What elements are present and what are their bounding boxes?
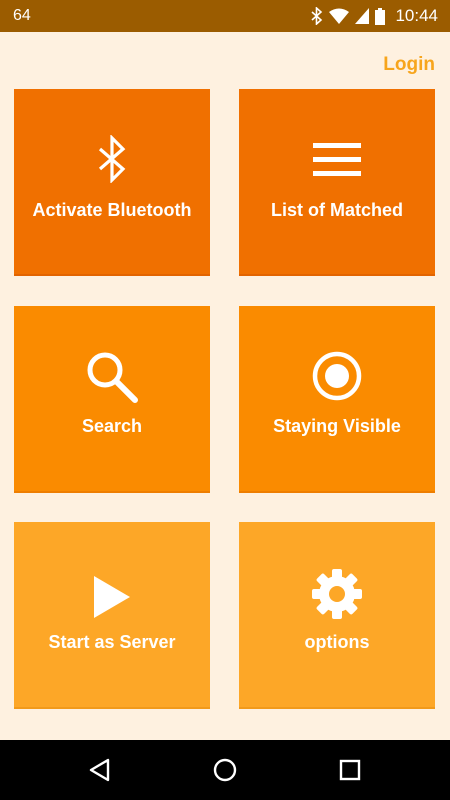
recent-apps-icon: [339, 759, 361, 781]
tile-label: Start as Server: [48, 632, 176, 652]
login-link[interactable]: Login: [383, 54, 435, 76]
back-button[interactable]: [87, 757, 113, 783]
cell-signal-icon: [355, 8, 370, 24]
start-as-server-tile[interactable]: Start as Server: [14, 522, 210, 709]
clock: 10:44: [395, 6, 438, 25]
play-icon: [14, 574, 210, 620]
status-icons: 10:44: [311, 0, 438, 32]
gear-icon: [239, 569, 435, 620]
back-icon: [89, 758, 110, 782]
tile-label: Activate Bluetooth: [32, 200, 192, 220]
search-icon: [14, 350, 210, 404]
wifi-icon: [329, 8, 350, 24]
battery-icon: [375, 7, 386, 25]
staying-visible-tile[interactable]: Staying Visible: [239, 306, 435, 493]
activate-bluetooth-tile[interactable]: Activate Bluetooth: [14, 89, 210, 276]
tile-label: options: [304, 632, 370, 652]
radio-button-icon: [239, 350, 435, 402]
tile-label: Search: [81, 416, 143, 436]
search-tile[interactable]: Search: [14, 306, 210, 493]
navigation-bar: [0, 740, 450, 800]
recent-apps-button[interactable]: [337, 757, 363, 783]
bluetooth-status-icon: [311, 7, 323, 25]
list-icon: [239, 135, 435, 177]
home-button[interactable]: [212, 757, 238, 783]
tile-label: Staying Visible: [273, 416, 401, 436]
tile-label: List of Matched: [270, 200, 403, 220]
options-tile[interactable]: options: [239, 522, 435, 709]
notification-count: 64: [13, 7, 31, 24]
list-of-matched-tile[interactable]: List of Matched: [239, 89, 435, 276]
status-bar: 64 10:44: [0, 0, 450, 32]
home-icon: [213, 758, 237, 782]
bluetooth-icon: [14, 135, 210, 183]
